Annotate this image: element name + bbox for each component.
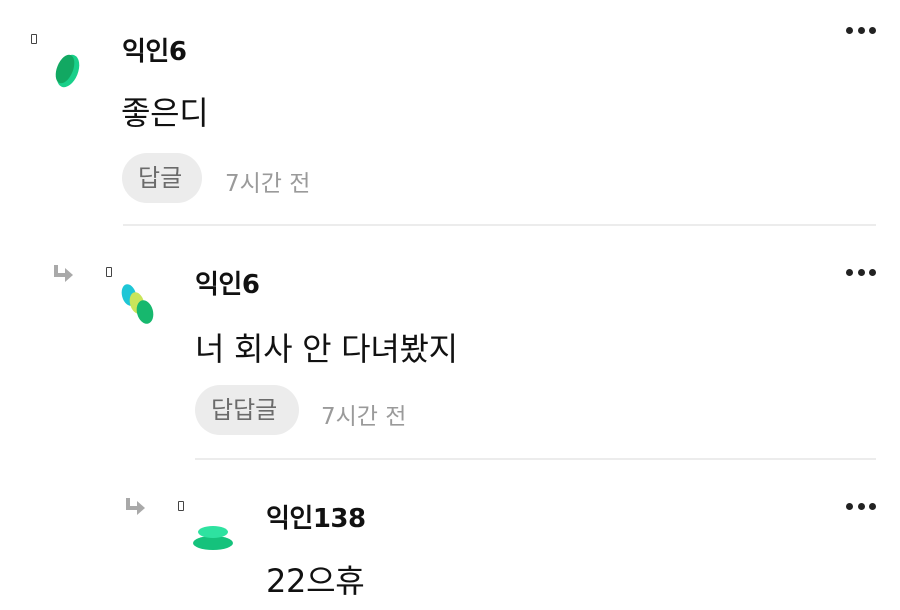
- reply-button[interactable]: 답글: [122, 153, 202, 203]
- comment-item: 익인6 좋은디 답글 7시간 전: [0, 0, 900, 230]
- comment-author[interactable]: 익인6: [122, 31, 187, 68]
- divider: [195, 458, 876, 460]
- comment-timestamp: 7시간 전: [321, 404, 407, 430]
- more-options-button[interactable]: [846, 25, 876, 35]
- reply-arrow-icon: [126, 498, 145, 515]
- more-options-button[interactable]: [846, 267, 876, 277]
- green-pill-avatar-icon: [55, 54, 80, 88]
- avatar[interactable]: [119, 281, 159, 325]
- avatar[interactable]: [191, 523, 233, 567]
- more-options-button[interactable]: [846, 501, 876, 511]
- comment-reply-item: 익인138 22으휴: [0, 465, 900, 610]
- comment-author[interactable]: 익인6: [195, 264, 260, 301]
- comment-text: 22으휴: [266, 562, 365, 600]
- comment-text: 너 회사 안 다녀봤지: [195, 330, 458, 368]
- reply-button[interactable]: 답답글: [195, 385, 299, 435]
- divider: [123, 224, 876, 226]
- reply-arrow-icon: [54, 265, 73, 282]
- stacked-disc-avatar-icon: [193, 526, 233, 550]
- comment-author[interactable]: 익인138: [266, 498, 366, 535]
- multicolor-pills-avatar-icon: [121, 284, 154, 324]
- avatar[interactable]: [50, 50, 90, 94]
- comment-reply-item: 익인6 너 회사 안 다녀봤지 답답글 7시간 전: [0, 230, 900, 465]
- more-dots-icon: [846, 502, 853, 510]
- more-dots-icon: [846, 26, 853, 34]
- comment-timestamp: 7시간 전: [225, 171, 311, 197]
- badge-icon: [106, 267, 112, 277]
- comment-text: 좋은디: [121, 94, 209, 132]
- badge-icon: [31, 34, 37, 44]
- badge-icon: [178, 501, 184, 511]
- more-dots-icon: [846, 268, 853, 276]
